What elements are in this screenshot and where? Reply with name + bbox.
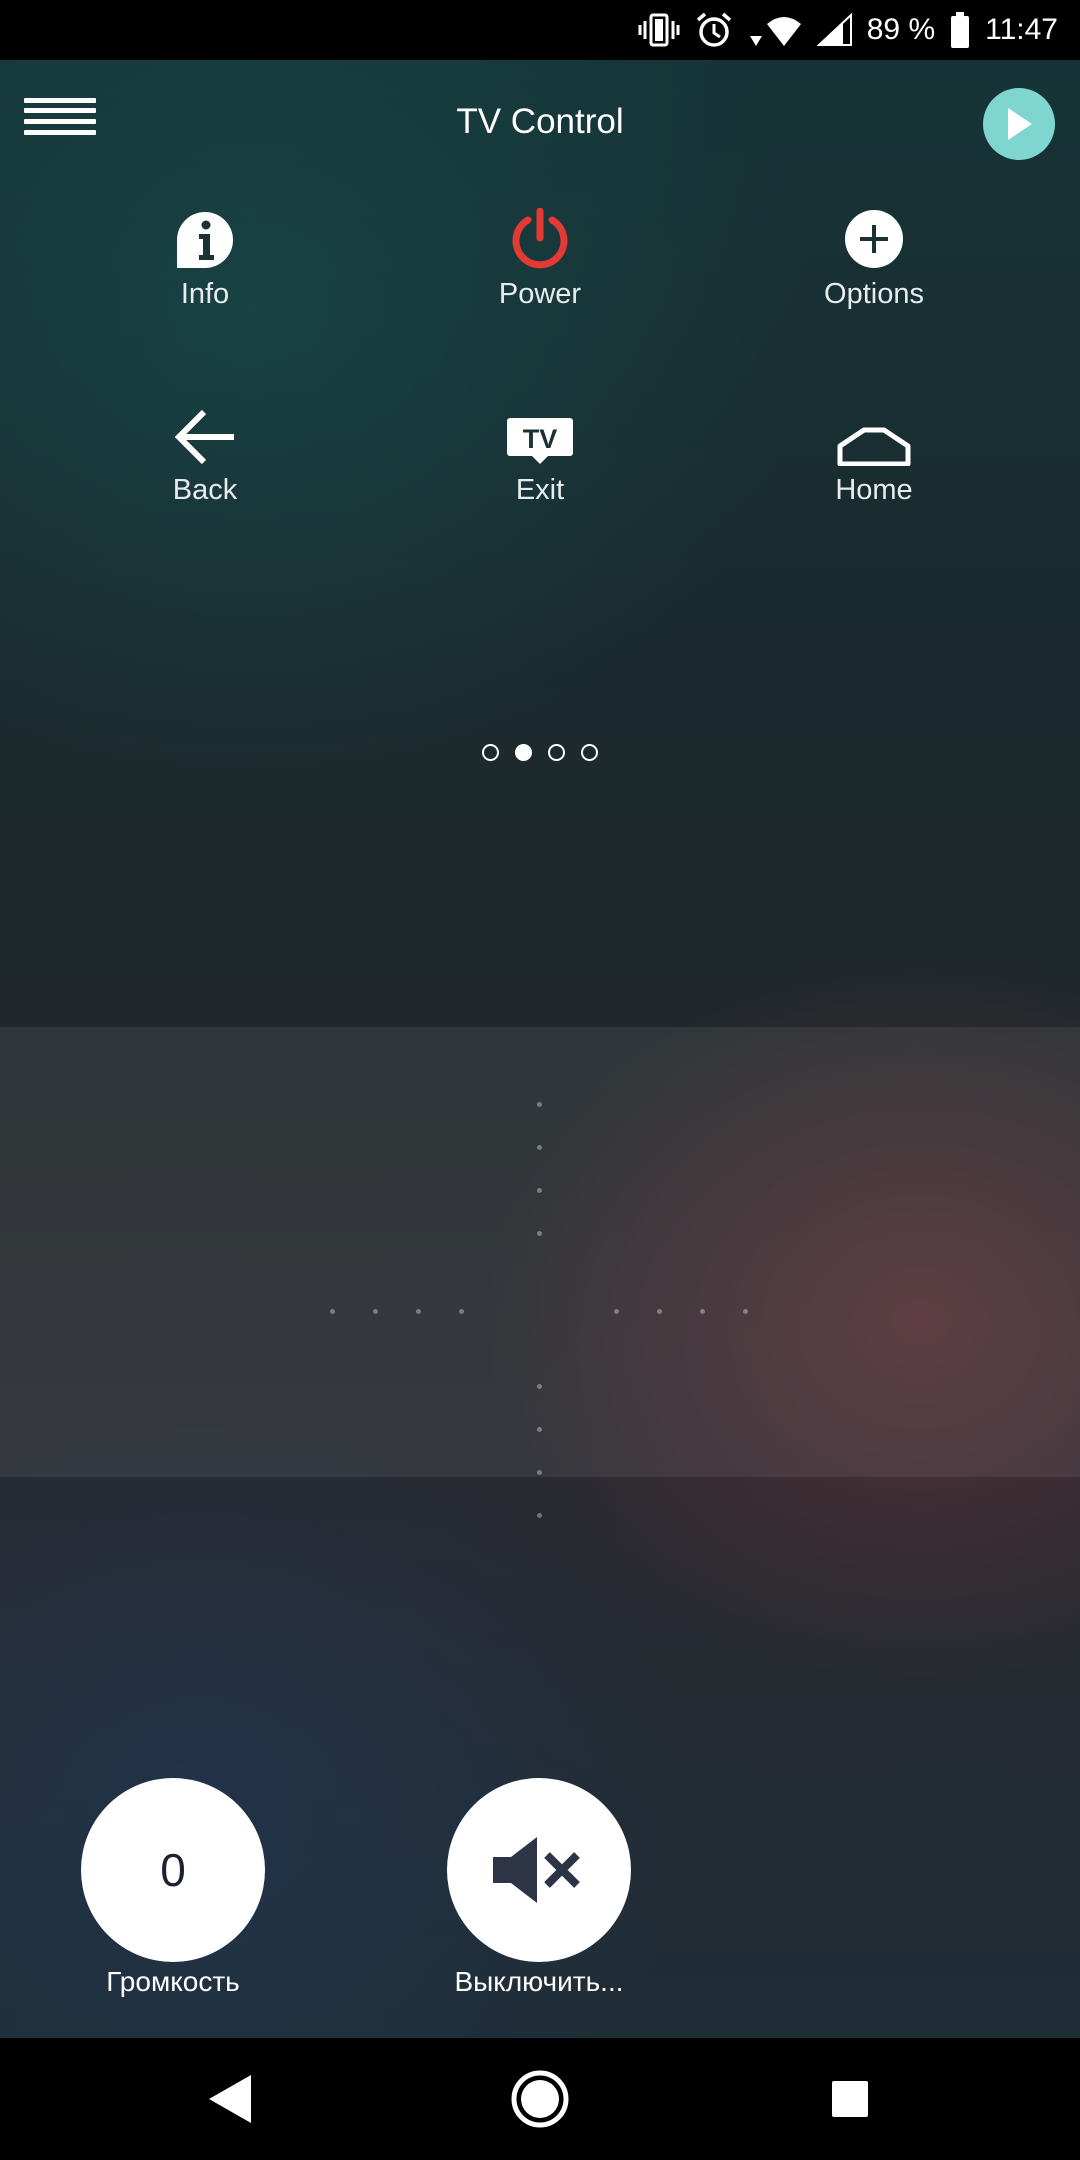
page-dot[interactable] (482, 744, 499, 761)
wifi-icon (747, 12, 803, 48)
touchpad-guide-dot (416, 1309, 421, 1314)
back-button[interactable]: Back (55, 396, 355, 546)
tv-icon: TV (505, 396, 575, 466)
battery-icon (949, 11, 971, 49)
power-button[interactable]: Power (390, 200, 690, 350)
nav-back-icon (209, 2075, 251, 2123)
battery-percent: 89 % (866, 13, 936, 46)
touchpad-guide-dot (537, 1231, 542, 1236)
info-button[interactable]: Info (55, 200, 355, 350)
app-content: TV Control Info Power Options Back TV Ex… (0, 60, 1080, 2038)
play-icon (1008, 108, 1032, 140)
home-label: Home (835, 474, 913, 506)
power-icon (509, 200, 571, 270)
arrow-left-icon (174, 396, 236, 466)
touchpad-guide-dot (537, 1427, 542, 1432)
touchpad-guide-dot (657, 1309, 662, 1314)
back-label: Back (172, 474, 238, 506)
touchpad-guide-dot (614, 1309, 619, 1314)
page-title: TV Control (456, 102, 624, 141)
touchpad-guide-dot (743, 1309, 748, 1314)
system-nav-bar (0, 2038, 1080, 2160)
info-label: Info (180, 278, 230, 310)
mute-button[interactable] (447, 1778, 631, 1962)
mute-label: Выключить... (454, 1966, 624, 1997)
alarm-icon (695, 11, 733, 49)
vibrate-icon (637, 13, 681, 47)
exit-button[interactable]: TV Exit (390, 396, 690, 546)
page-dot[interactable] (548, 744, 565, 761)
nav-home-button[interactable] (480, 2038, 600, 2160)
touchpad-guide-dot (459, 1309, 464, 1314)
nav-back-button[interactable] (170, 2038, 290, 2160)
power-label: Power (498, 278, 582, 310)
page-dot-active[interactable] (515, 744, 532, 761)
page-dot[interactable] (581, 744, 598, 761)
volume-button[interactable]: 0 (81, 1778, 265, 1962)
touchpad-guide-dot (537, 1470, 542, 1475)
mute-icon (493, 1837, 580, 1903)
plus-circle-icon (843, 200, 905, 270)
volume-label: Громкость (106, 1966, 240, 1997)
touchpad-guide-dot (537, 1145, 542, 1150)
touchpad-guide-dot (330, 1309, 335, 1314)
nav-recents-button[interactable] (790, 2038, 910, 2160)
touchpad-guide-dot (700, 1309, 705, 1314)
page-indicator (0, 744, 1080, 761)
touchpad-guide-dot (537, 1188, 542, 1193)
info-icon (175, 200, 235, 270)
nav-recents-icon (832, 2081, 868, 2117)
play-button[interactable] (983, 88, 1055, 160)
options-button[interactable]: Options (724, 200, 1024, 350)
volume-value: 0 (160, 1844, 186, 1896)
status-bar: 89 % 11:47 (0, 0, 1080, 60)
clock: 11:47 (985, 13, 1058, 46)
tv-icon-text: TV (523, 424, 558, 454)
signal-icon (816, 13, 853, 47)
touchpad-guide-dot (537, 1513, 542, 1518)
nav-home-icon (511, 2070, 569, 2128)
options-label: Options (824, 278, 924, 310)
exit-label: Exit (515, 474, 565, 506)
touchpad-guide-dot (537, 1384, 542, 1389)
home-icon (836, 396, 912, 466)
home-button[interactable]: Home (724, 396, 1024, 546)
touchpad-guide-dot (373, 1309, 378, 1314)
touchpad[interactable] (0, 1027, 1080, 1518)
touchpad-guide-dot (537, 1102, 542, 1107)
